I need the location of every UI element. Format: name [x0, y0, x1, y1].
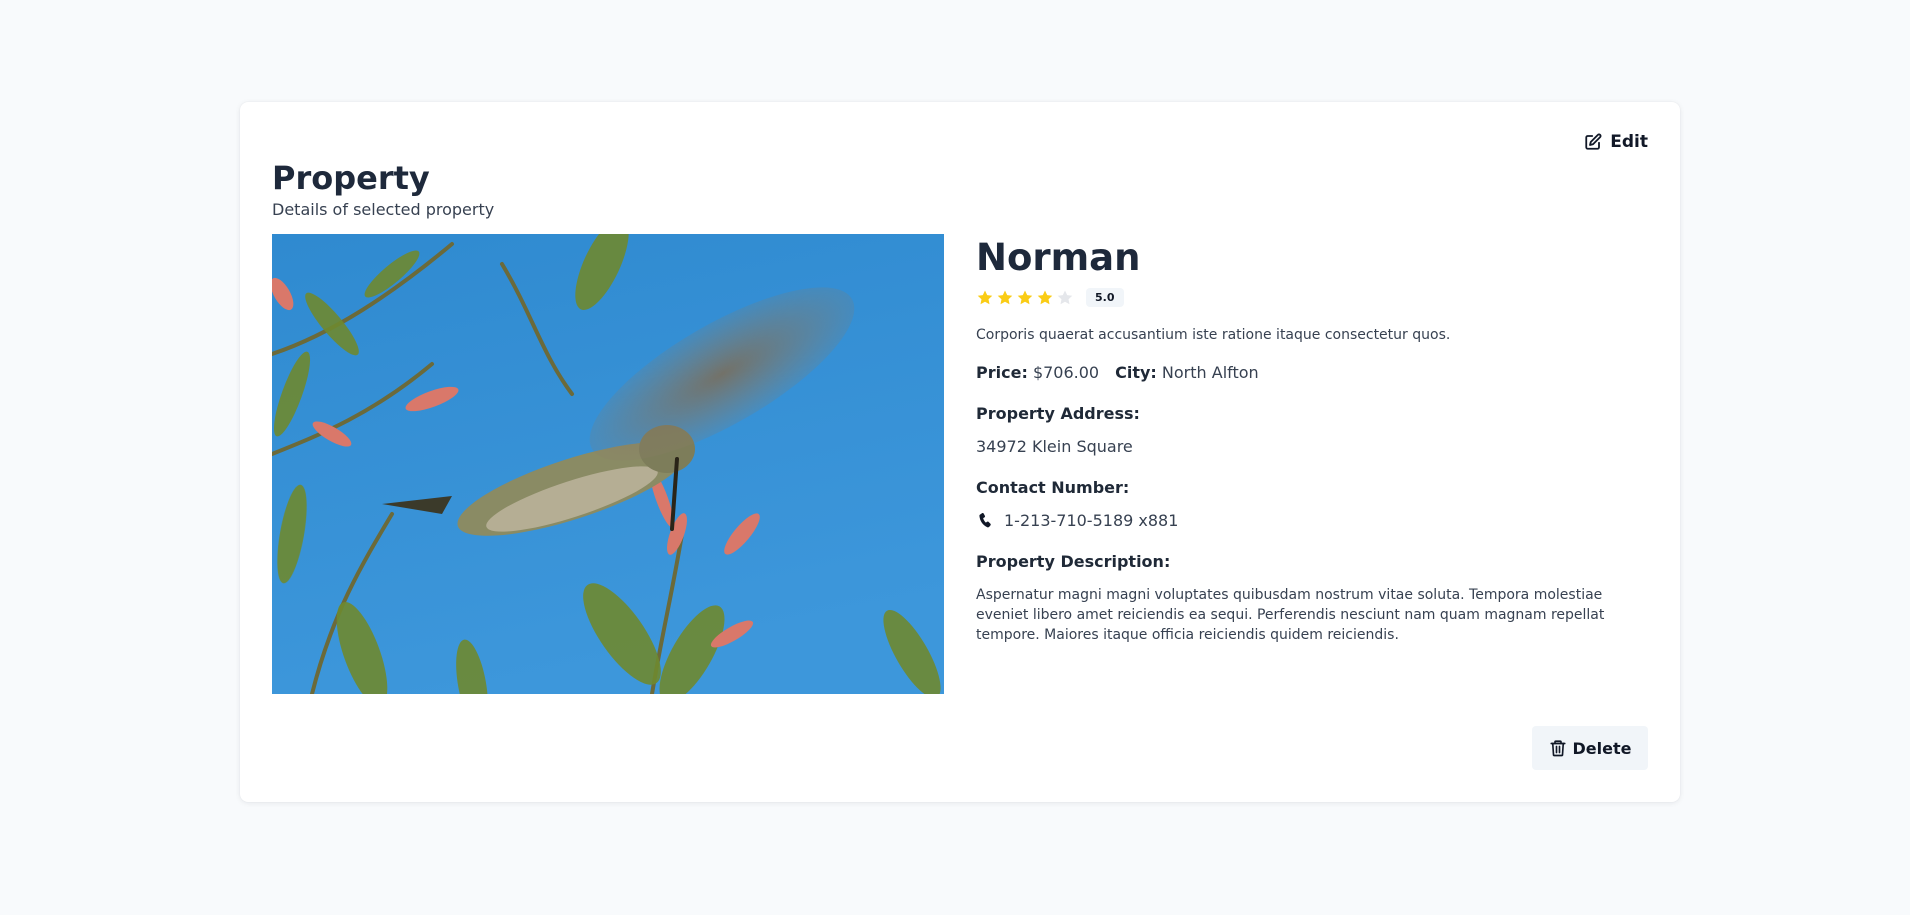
property-photo [272, 234, 944, 694]
edit-button-label: Edit [1610, 132, 1648, 152]
short-description: Corporis quaerat accusantium iste ration… [976, 327, 1451, 343]
price-value: $706.00 [1032, 363, 1100, 382]
page-header: Property Details of selected property [272, 158, 494, 219]
property-card: Edit Property Details of selected proper… [240, 102, 1680, 802]
price: Price: $706.00 [976, 363, 1099, 382]
price-label: Price: [976, 363, 1028, 382]
star-icon [1057, 290, 1073, 304]
description-label: Property Description: [976, 552, 1171, 571]
star-icon [997, 290, 1013, 304]
city-value: North Alfton [1161, 363, 1259, 382]
contact-label: Contact Number: [976, 478, 1130, 497]
rating-badge: 5.0 [1086, 288, 1124, 307]
property-details: Norman 5.0 Corporis quaerat accusantium … [976, 234, 1648, 645]
contact-value: 1-213-710-5189 x881 [1004, 511, 1179, 530]
address-value: 34972 Klein Square [976, 437, 1133, 456]
page-subtitle: Details of selected property [272, 200, 495, 219]
address-label: Property Address: [976, 404, 1140, 423]
star-icon [977, 290, 993, 304]
delete-button[interactable]: Delete [1532, 726, 1648, 770]
price-city-row: Price: $706.00 City: North Alfton [976, 363, 1648, 382]
edit-icon [1585, 133, 1602, 150]
trash-icon [1549, 740, 1566, 757]
phone-icon [979, 512, 991, 527]
edit-button[interactable]: Edit [1584, 132, 1648, 152]
description-value: Aspernatur magni magni voluptates quibus… [976, 587, 1605, 643]
city-label: City: [1115, 363, 1157, 382]
page-title: Property [272, 159, 430, 197]
property-name: Norman [976, 236, 1141, 279]
star-icon [1037, 290, 1053, 304]
city: City: North Alfton [1115, 363, 1259, 382]
delete-button-label: Delete [1572, 738, 1632, 758]
rating: 5.0 [976, 288, 1648, 307]
property-image [272, 234, 944, 694]
contact-row: 1-213-710-5189 x881 [976, 511, 1648, 530]
star-icon [1017, 290, 1033, 304]
